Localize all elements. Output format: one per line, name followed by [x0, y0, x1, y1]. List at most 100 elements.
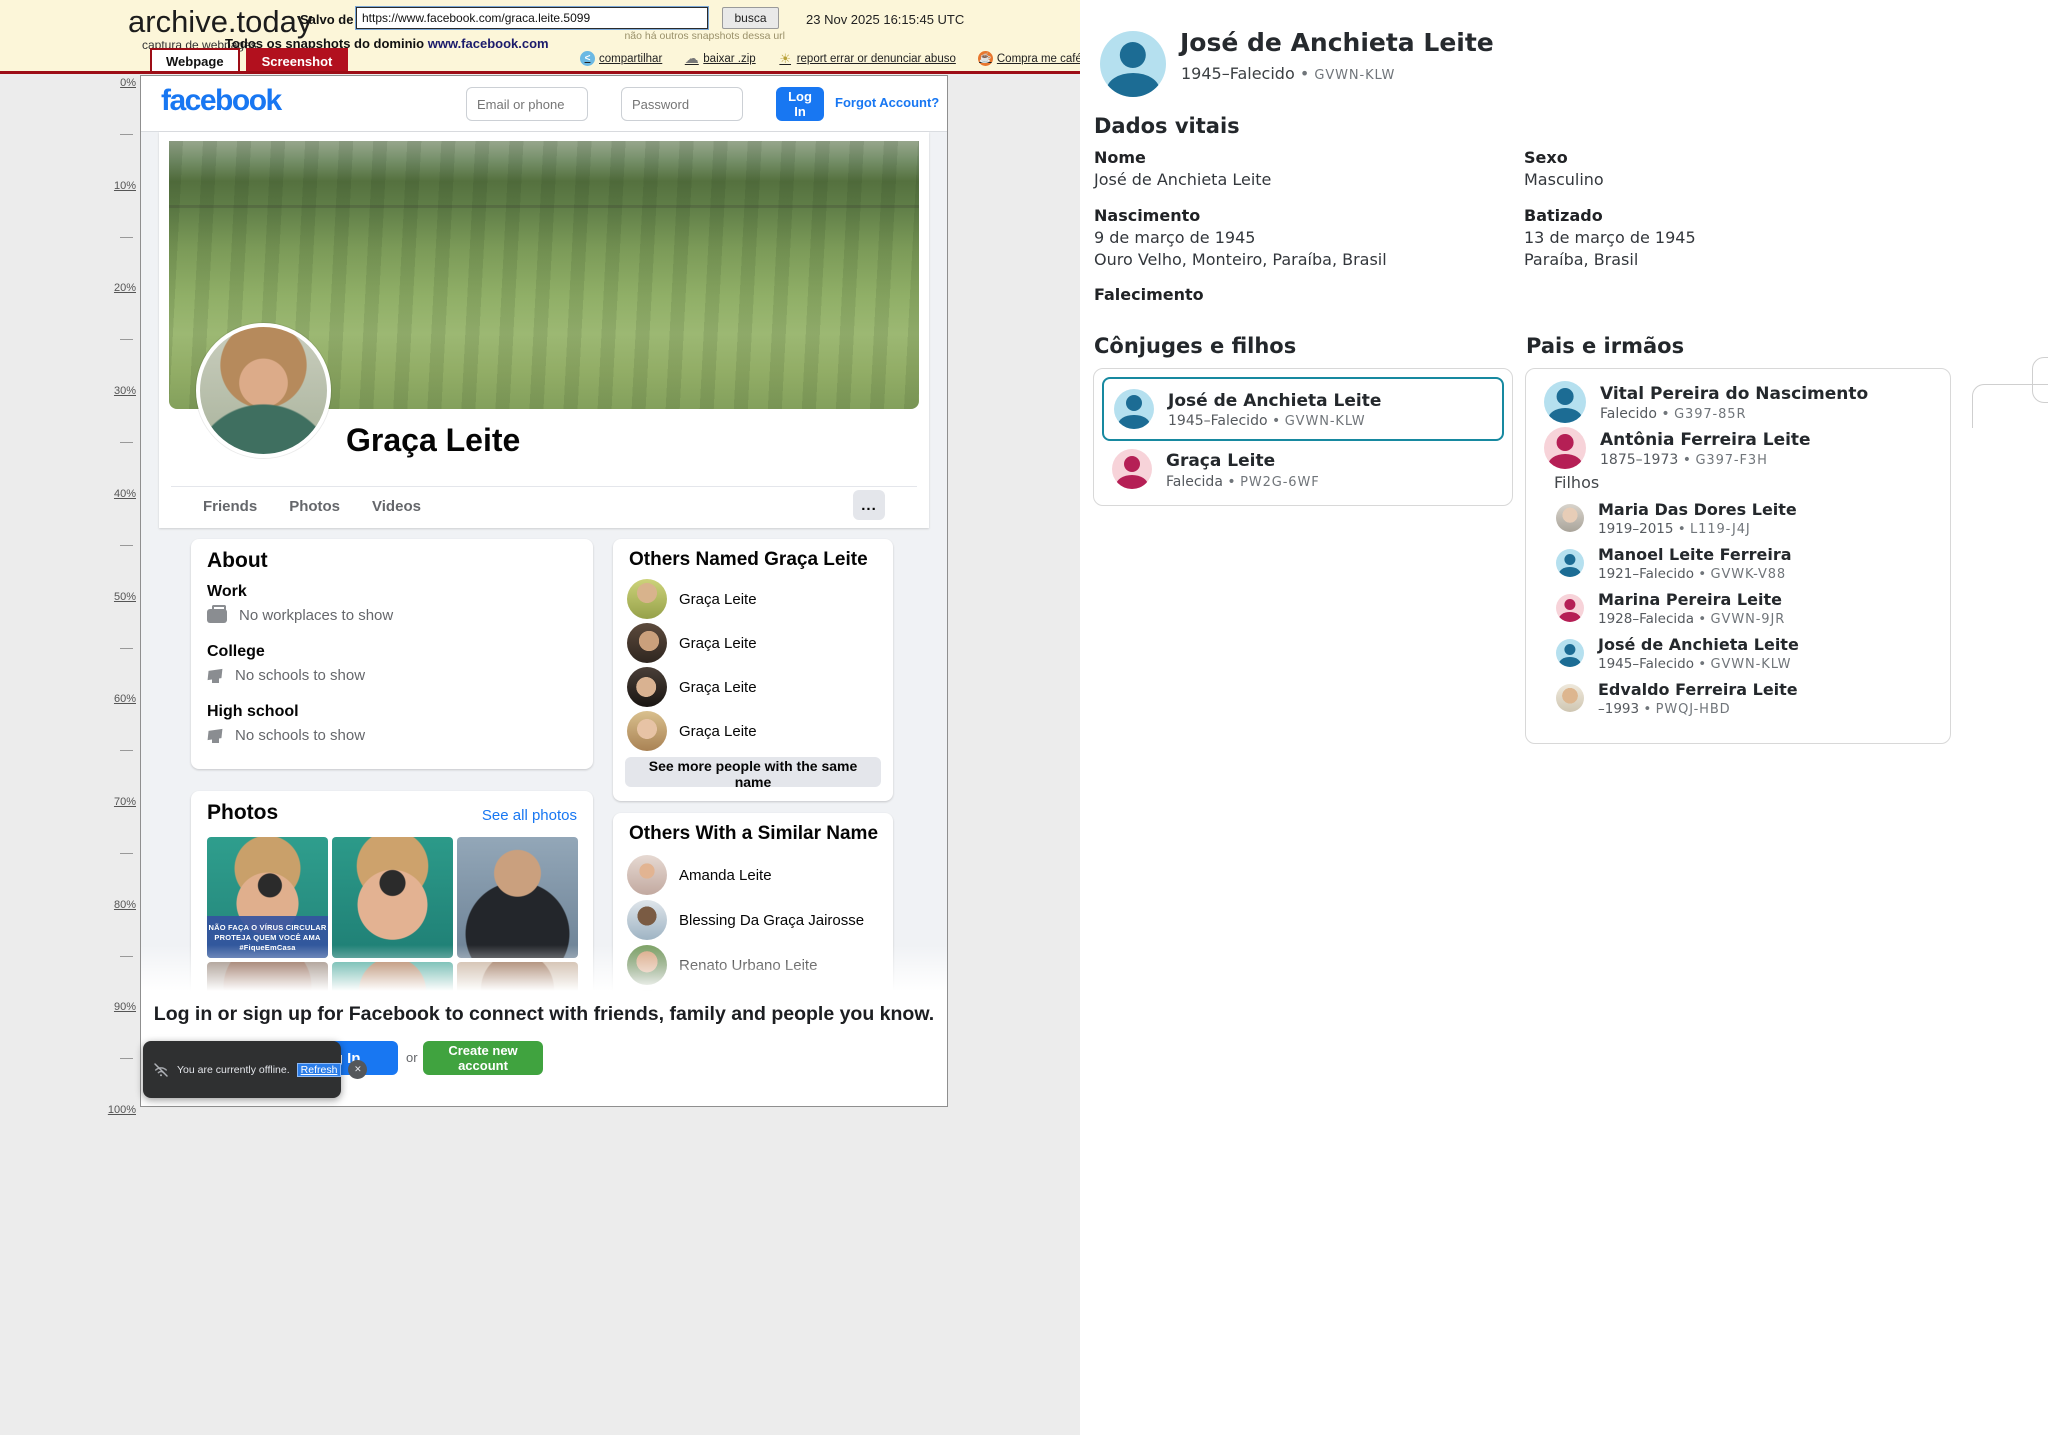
- toolbar-link-coffee[interactable]: ☕Compra me café: [978, 51, 1082, 66]
- family-member-text: José de Anchieta Leite1945–Falecido • GV…: [1598, 634, 1799, 672]
- see-more-button[interactable]: See more people with the same name: [625, 757, 881, 787]
- toolbar-link-share[interactable]: <compartilhar: [580, 51, 662, 66]
- screenshot-canvas: archive.today captura de webpages Salvo …: [0, 0, 2048, 1435]
- family-member-row[interactable]: Maria Das Dores Leite1919–2015 • L119-J4…: [1556, 499, 1797, 537]
- person-photo: [627, 623, 667, 663]
- archive-logo[interactable]: archive.today: [128, 4, 312, 40]
- archive-pane: archive.today captura de webpages Salvo …: [0, 0, 1080, 1435]
- parents-section-title: Pais e irmãos: [1526, 334, 1684, 358]
- family-member-row[interactable]: Antônia Ferreira Leite1875–1973 • G397-F…: [1544, 427, 1811, 469]
- ruler-label-30%[interactable]: 30%: [94, 385, 136, 397]
- person-id: PWQJ-HBD: [1656, 702, 1731, 717]
- person-name: Manoel Leite Ferreira: [1598, 544, 1792, 566]
- login-banner-message: Log in or sign up for Facebook to connec…: [141, 1003, 947, 1026]
- family-member-row[interactable]: Marina Pereira Leite1928–Falecida • GVWN…: [1556, 589, 1785, 627]
- ruler-tick: [120, 442, 133, 443]
- vital-label-falecimento: Falecimento: [1094, 285, 1204, 304]
- photo-tile[interactable]: NÃO FAÇA O VÍRUS CIRCULARPROTEJA QUEM VO…: [207, 837, 328, 958]
- person-detail: 1919–2015 • L119-J4J: [1598, 521, 1797, 537]
- ruler-label-80%[interactable]: 80%: [94, 899, 136, 911]
- spouses-section-title: Cônjuges e filhos: [1094, 334, 1296, 358]
- family-member-row[interactable]: Manoel Leite Ferreira1921–Falecido • GVW…: [1556, 544, 1792, 582]
- grad-cap-icon: [207, 668, 223, 684]
- toolbar-link-download-zip[interactable]: ☁baixar .zip: [684, 51, 755, 66]
- about-empty-text: No schools to show: [235, 727, 365, 744]
- family-member-row[interactable]: Edvaldo Ferreira Leite–1993 • PWQJ-HBD: [1556, 679, 1798, 717]
- ruler-tick: [120, 339, 133, 340]
- photo-tile[interactable]: [332, 837, 453, 958]
- family-member-text: José de Anchieta Leite1945–Falecido • GV…: [1168, 389, 1381, 430]
- family-member-row[interactable]: José de Anchieta Leite1945–Falecido • GV…: [1556, 634, 1799, 672]
- person-id: G397-85R: [1674, 407, 1746, 422]
- archive-url-input[interactable]: [356, 7, 708, 29]
- refresh-link[interactable]: Refresh: [297, 1063, 342, 1077]
- same-name-person[interactable]: Graça Leite: [627, 711, 757, 751]
- offline-toast: You are currently offline. Refresh ✕: [143, 1041, 341, 1098]
- wifi-off-icon: [152, 1061, 170, 1079]
- facebook-logo[interactable]: facebook: [161, 84, 281, 118]
- ruler-label-70%[interactable]: 70%: [94, 796, 136, 808]
- about-label-college: College: [207, 643, 265, 661]
- ruler-label-60%[interactable]: 60%: [94, 693, 136, 705]
- profile-name: Graça Leite: [346, 422, 520, 459]
- person-name: José de Anchieta Leite: [1168, 389, 1381, 414]
- or-label: or: [406, 1050, 418, 1065]
- forgot-account-link[interactable]: Forgot Account?: [835, 95, 939, 110]
- family-member-row[interactable]: Vital Pereira do NascimentoFalecido • G3…: [1544, 381, 1868, 423]
- photo-tile[interactable]: [457, 837, 578, 958]
- family-member-row[interactable]: Graça LeiteFalecida • PW2G-6WF: [1112, 449, 1320, 490]
- toolbar-link-report[interactable]: ☀report errar or denunciar abuso: [778, 51, 956, 66]
- photos-title: Photos: [207, 801, 278, 825]
- family-member-text: Manoel Leite Ferreira1921–Falecido • GVW…: [1598, 544, 1792, 582]
- others-named-title: Others Named Graça Leite: [629, 549, 868, 571]
- grad-cap-icon: [207, 728, 223, 744]
- person-detail: –1993 • PWQJ-HBD: [1598, 701, 1798, 717]
- domain-link[interactable]: www.facebook.com: [428, 36, 549, 51]
- person-avatar: [1100, 31, 1166, 97]
- tab-videos[interactable]: Videos: [370, 492, 423, 521]
- ruler-label-40%[interactable]: 40%: [94, 488, 136, 500]
- ruler-label-10%[interactable]: 10%: [94, 180, 136, 192]
- ruler-label-50%[interactable]: 50%: [94, 591, 136, 603]
- profile-picture[interactable]: [196, 323, 331, 458]
- spouses-card: José de Anchieta Leite1945–Falecido • GV…: [1093, 368, 1513, 506]
- vital-label-nome: Nome: [1094, 148, 1146, 167]
- tab-photos[interactable]: Photos: [287, 492, 342, 521]
- person-id: GVWN-KLW: [1711, 657, 1792, 672]
- others-named-card: Others Named Graça Leite Graça LeiteGraç…: [613, 539, 893, 801]
- see-all-photos-link[interactable]: See all photos: [482, 807, 577, 824]
- person-name: Graça Leite: [679, 723, 757, 740]
- female-avatar: [1112, 449, 1152, 489]
- same-name-person[interactable]: Graça Leite: [627, 579, 757, 619]
- offline-message: You are currently offline.: [177, 1064, 290, 1076]
- similar-name-person[interactable]: Amanda Leite: [627, 855, 772, 895]
- ruler-label-100%[interactable]: 100%: [94, 1104, 136, 1116]
- person-detail: Falecida • PW2G-6WF: [1166, 474, 1320, 490]
- person-name: Graça Leite: [679, 591, 757, 608]
- more-options-button[interactable]: ...: [853, 490, 885, 520]
- person-detail: 1945–Falecido • GVWN-KLW: [1598, 656, 1799, 672]
- person-detail: 1928–Falecida • GVWN-9JR: [1598, 611, 1785, 627]
- busca-button[interactable]: busca: [722, 7, 779, 29]
- ruler-label-90%[interactable]: 90%: [94, 1001, 136, 1013]
- tab-friends[interactable]: Friends: [201, 492, 259, 521]
- same-name-person[interactable]: Graça Leite: [627, 623, 757, 663]
- email-field[interactable]: [466, 87, 588, 121]
- person-name: Marina Pereira Leite: [1598, 589, 1785, 611]
- person-name: Antônia Ferreira Leite: [1600, 428, 1811, 453]
- selected-person-row[interactable]: José de Anchieta Leite1945–Falecido • GV…: [1102, 377, 1504, 441]
- login-button[interactable]: Log In: [776, 87, 824, 121]
- person-photo: [627, 711, 667, 751]
- about-empty-row: No workplaces to show: [207, 607, 393, 624]
- create-account-button[interactable]: Create new account: [423, 1041, 543, 1075]
- ruler-label-0%[interactable]: 0%: [94, 77, 136, 89]
- ruler-label-20%[interactable]: 20%: [94, 282, 136, 294]
- similar-name-person[interactable]: Blessing Da Graça Jairosse: [627, 900, 864, 940]
- male-avatar: [1556, 549, 1584, 577]
- same-name-person[interactable]: Graça Leite: [627, 667, 757, 707]
- password-field[interactable]: [621, 87, 743, 121]
- report-icon: ☀: [778, 51, 793, 66]
- person-name: Maria Das Dores Leite: [1598, 499, 1797, 521]
- person-id: PW2G-6WF: [1240, 475, 1320, 490]
- vital-value: 9 de março de 1945: [1094, 228, 1255, 247]
